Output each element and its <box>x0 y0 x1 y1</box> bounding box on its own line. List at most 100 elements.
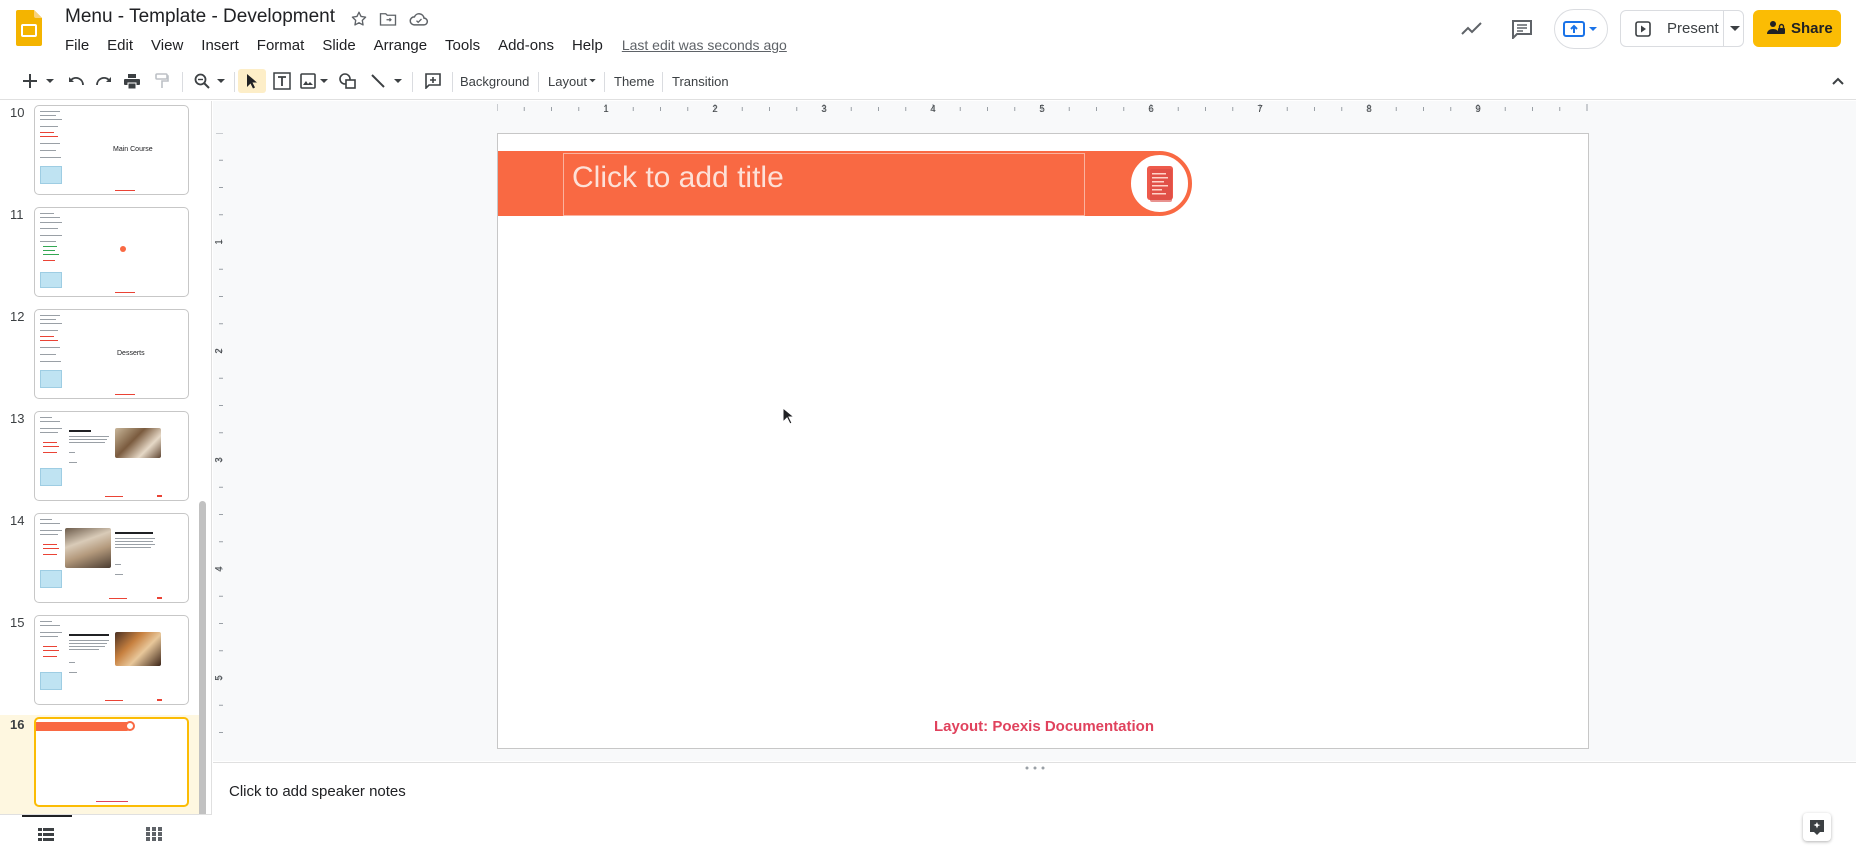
explore-button[interactable] <box>1803 813 1831 841</box>
filmstrip-scrollbar[interactable] <box>199 501 206 814</box>
present-divider <box>1723 11 1724 46</box>
thumbnail-title: Desserts <box>117 350 145 357</box>
slides-logo-icon[interactable] <box>16 10 42 46</box>
zoom-icon[interactable] <box>190 69 214 93</box>
insert-image-icon[interactable] <box>298 69 318 93</box>
layout-label: Layout <box>548 73 588 89</box>
line-dropdown-icon[interactable] <box>392 69 404 93</box>
ruler-number: 4 <box>214 566 225 572</box>
ruler-number: 1 <box>214 239 225 245</box>
layout-button[interactable]: Layout <box>548 69 596 93</box>
filmstrip-slide[interactable]: 14 <box>0 511 200 607</box>
filmstrip-slide-selected[interactable]: 16 <box>0 715 200 814</box>
text-box-icon[interactable] <box>270 69 294 93</box>
slide-number: 10 <box>10 105 25 120</box>
star-icon[interactable] <box>348 8 370 30</box>
toolbar-divider <box>538 72 539 92</box>
move-folder-icon[interactable] <box>377 8 399 30</box>
print-icon[interactable] <box>120 69 144 93</box>
filmstrip-slide[interactable]: 11 <box>0 205 200 301</box>
new-slide-dropdown-icon[interactable] <box>44 69 56 93</box>
slide-thumbnail[interactable] <box>34 411 189 501</box>
menu-view[interactable]: View <box>142 35 192 56</box>
shape-icon[interactable] <box>336 69 360 93</box>
cloud-status-icon[interactable] <box>408 8 430 30</box>
current-slide[interactable]: Click to add title Layout: Poexis Docume… <box>497 133 1589 749</box>
document-title[interactable]: Menu - Template - Development <box>65 6 335 28</box>
menu-document-icon <box>1146 165 1173 202</box>
toolbar-divider <box>412 72 413 92</box>
toolbar-divider <box>452 72 453 92</box>
explore-sparkle-icon <box>1810 820 1824 835</box>
notes-resize-handle[interactable] <box>1024 766 1046 770</box>
ruler-number: 1 <box>603 104 609 114</box>
menu-format[interactable]: Format <box>248 35 314 56</box>
zoom-dropdown-icon[interactable] <box>215 69 227 93</box>
toolbar-divider <box>662 72 663 92</box>
slide-thumbnail[interactable]: Main Course <box>34 105 189 195</box>
filmstrip-slide[interactable]: 10 Main Course <box>0 103 200 199</box>
app-header: Menu - Template - Development File Edit … <box>0 0 1856 62</box>
slide-thumbnail[interactable]: Desserts <box>34 309 189 399</box>
grid-view-icon[interactable] <box>146 827 162 841</box>
slide-footer-layout-label: Layout: Poexis Documentation <box>933 718 1155 735</box>
lock-person-icon <box>1767 20 1785 36</box>
transition-button[interactable]: Transition <box>672 69 729 93</box>
menu-bar: File Edit View Insert Format Slide Arran… <box>56 34 787 56</box>
undo-icon[interactable] <box>64 69 88 93</box>
chevron-down-icon <box>1730 25 1740 31</box>
theme-button[interactable]: Theme <box>614 69 654 93</box>
slide-thumbnail[interactable] <box>34 513 189 603</box>
menu-edit[interactable]: Edit <box>98 35 142 56</box>
menu-tools[interactable]: Tools <box>436 35 489 56</box>
menu-arrange[interactable]: Arrange <box>365 35 436 56</box>
add-comment-icon[interactable] <box>420 69 446 93</box>
ruler-number: 5 <box>214 675 225 681</box>
thumbnail-title: Main Course <box>113 146 153 153</box>
present-options-dropdown[interactable] <box>1726 11 1744 46</box>
menu-file[interactable]: File <box>56 35 98 56</box>
comments-icon[interactable] <box>1502 9 1542 49</box>
collapse-toolbar-chevron-up-icon[interactable] <box>1828 69 1848 93</box>
activity-trend-icon[interactable] <box>1452 9 1492 49</box>
ruler-number: 9 <box>1475 104 1481 114</box>
slide-thumbnail[interactable] <box>34 717 189 807</box>
line-icon[interactable] <box>366 69 390 93</box>
vertical-ruler: 1 2 3 4 5 <box>214 133 225 733</box>
background-button[interactable]: Background <box>460 69 529 93</box>
menu-help[interactable]: Help <box>563 35 612 56</box>
speaker-notes-panel[interactable]: Click to add speaker notes <box>213 762 1856 852</box>
ruler-number: 5 <box>1039 104 1045 114</box>
filmstrip-slide[interactable]: 12 Desserts <box>0 307 200 403</box>
chevron-down-icon <box>589 79 596 83</box>
filmstrip-view-icon[interactable] <box>38 827 54 841</box>
slide-thumbnail[interactable] <box>34 207 189 297</box>
speaker-notes-placeholder[interactable]: Click to add speaker notes <box>229 783 406 800</box>
paint-format-icon[interactable] <box>150 69 174 93</box>
menu-insert[interactable]: Insert <box>192 35 248 56</box>
active-view-indicator <box>22 815 72 817</box>
toolbar: Background Layout Theme Transition <box>0 62 1856 100</box>
title-placeholder[interactable]: Click to add title <box>572 161 784 195</box>
ruler-number: 4 <box>930 104 936 114</box>
slide-number: 12 <box>10 309 25 324</box>
slide-thumbnail[interactable] <box>34 615 189 705</box>
new-slide-plus-icon[interactable] <box>20 69 40 93</box>
share-button[interactable]: Share <box>1753 10 1841 47</box>
select-pointer-icon[interactable] <box>238 69 266 93</box>
last-edit-link[interactable]: Last edit was seconds ago <box>622 37 787 53</box>
ruler-number: 8 <box>1366 104 1372 114</box>
meet-present-to-call-button[interactable] <box>1554 9 1608 49</box>
filmstrip-slide[interactable]: 15 <box>0 613 200 709</box>
toolbar-divider <box>182 72 183 92</box>
toolbar-divider <box>234 72 235 92</box>
filmstrip-slide[interactable]: 13 <box>0 409 200 505</box>
image-dropdown-icon[interactable] <box>318 69 330 93</box>
menu-addons[interactable]: Add-ons <box>489 35 563 56</box>
slide-number: 15 <box>10 615 25 630</box>
ruler-number: 2 <box>712 104 718 114</box>
present-label: Present <box>1667 20 1719 37</box>
slide-number: 13 <box>10 411 25 426</box>
menu-slide[interactable]: Slide <box>313 35 364 56</box>
redo-icon[interactable] <box>92 69 116 93</box>
